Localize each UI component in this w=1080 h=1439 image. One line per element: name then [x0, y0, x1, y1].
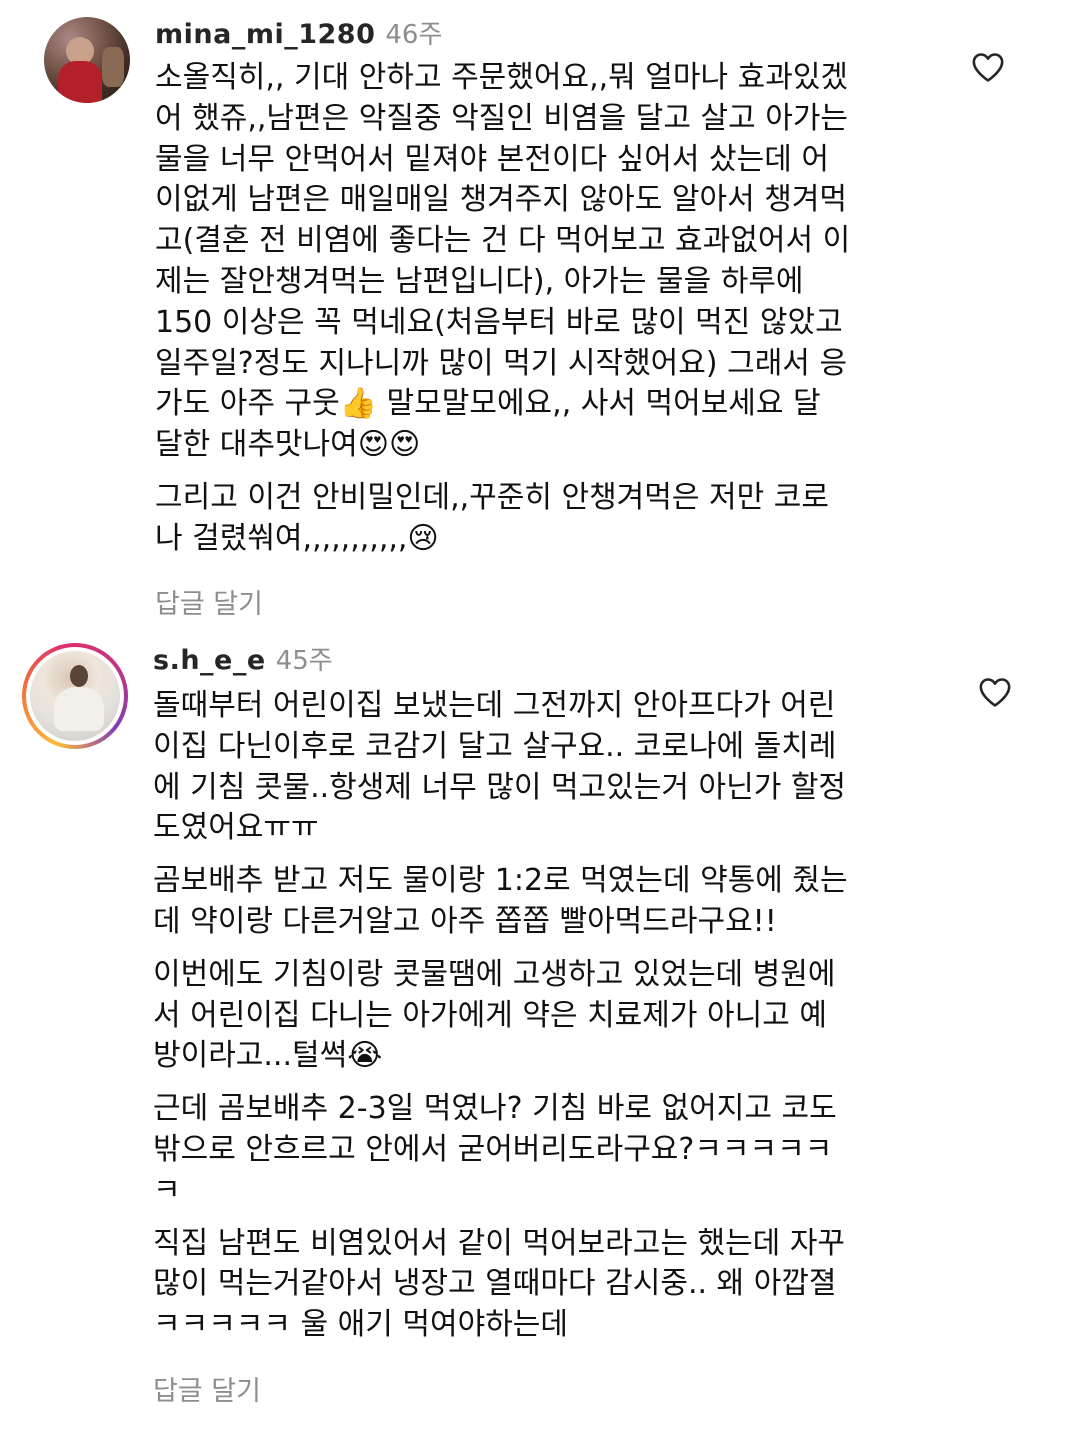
comment-line: ㅋㅋㅋㅋㅋ 울 애기 먹여야하는데 [153, 1307, 569, 1343]
comment: s.h_e_e 45주 돌때부터 어린이집 보냈는데 그전까지 안아프다가 어린 … [0, 640, 1080, 1439]
comment-line: 달한 대추맛나여😍😍 [155, 427, 421, 463]
username-link[interactable]: mina_mi_1280 [155, 19, 375, 50]
comment-line: 가도 아주 구웃👍 말모말모에요,, 사서 먹어보세요 달 [155, 386, 821, 422]
comment-line: 서 어린이집 다니는 아가에게 약은 치료제가 아니고 예 [153, 997, 827, 1033]
avatar [30, 651, 120, 741]
comment-line: 돌때부터 어린이집 보냈는데 그전까지 안아프다가 어린 [153, 688, 836, 723]
avatar[interactable] [44, 17, 130, 103]
comment-line: 데 약이랑 다른거알고 아주 쫍쫍 빨아먹드라구요!! [153, 903, 777, 939]
comment-header: mina_mi_1280 46주 [155, 14, 442, 51]
reply-button[interactable]: 답글 달기 [153, 1369, 261, 1408]
comment-line: 나 걸렸쒀여,,,,,,,,,,,😢 [155, 520, 439, 556]
comment-line: 이번에도 기침이랑 콧물땜에 고생하고 있었는데 병원에 [153, 956, 836, 992]
avatar-figure [70, 665, 88, 687]
reply-button[interactable]: 답글 달기 [155, 582, 263, 621]
comment-line: 어 했쥬,,남편은 악질중 악질인 비염을 달고 살고 아가는 [155, 100, 849, 136]
comment-paragraph: 근데 곰보배추 2-3일 먹였나? 기침 바로 없어지고 코도 밖으로 안흐르고… [153, 1089, 848, 1211]
comment-line: 그리고 이건 안비밀인데,,꾸준히 안챙겨먹은 저만 코로 [155, 479, 829, 515]
avatar-ring-gap [26, 647, 124, 745]
comment-text: 돌때부터 어린이집 보냈는데 그전까지 안아프다가 어린 이집 다닌이후로 코감… [153, 686, 848, 1358]
comment-line: 150 이상은 꼭 먹네요(처음부터 바로 많이 먹진 않았고 [155, 304, 843, 340]
heart-outline-icon[interactable] [978, 676, 1012, 708]
comment-line: 물을 너무 안먹어서 밑져야 본전이다 싶어서 샀는데 어 [155, 141, 829, 177]
comment-paragraph: 이번에도 기침이랑 콧물땜에 고생하고 있었는데 병원에 서 어린이집 다니는 … [153, 955, 848, 1077]
comment-line: 곰보배추 받고 저도 물이랑 1:2로 먹였는데 약통에 줬는 [153, 863, 848, 899]
avatar-story-ring[interactable] [22, 643, 128, 749]
comment-line: 많이 먹는거같아서 냉장고 열때마다 감시중.. 왜 아깝졀 [153, 1266, 837, 1302]
comment: mina_mi_1280 46주 소올직히,, 기대 안하고 주문했어요,,뭐 얼… [0, 0, 1080, 640]
comment-timestamp: 45주 [275, 646, 333, 676]
comment-paragraph: 돌때부터 어린이집 보냈는데 그전까지 안아프다가 어린 이집 다닌이후로 코감… [153, 686, 848, 849]
comment-line: 근데 곰보배추 2-3일 먹였나? 기침 바로 없어지고 코도 [153, 1091, 837, 1127]
comment-paragraph: 곰보배추 받고 저도 물이랑 1:2로 먹였는데 약통에 줬는 데 약이랑 다른… [153, 861, 848, 943]
comment-line: 직집 남편도 비염있어서 같이 먹어보라고는 했는데 자꾸 [153, 1225, 846, 1261]
comment-line: 방이라고...털썩😭 [153, 1038, 383, 1074]
comment-line: 도였어요ㅠㅠ [153, 810, 319, 846]
comment-line: 소올직히,, 기대 안하고 주문했어요,,뭐 얼마나 효과있겠 [155, 60, 849, 95]
comment-line: 밖으로 안흐르고 안에서 굳어버리도라구요?ㅋㅋㅋㅋㅋ [153, 1131, 833, 1167]
comment-line: 에 기침 콧물..항생제 너무 많이 먹고있는거 아닌가 할정 [153, 769, 847, 805]
comment-paragraph: 소올직히,, 기대 안하고 주문했어요,,뭐 얼마나 효과있겠 어 했쥬,,남편… [155, 58, 850, 466]
comment-paragraph: 그리고 이건 안비밀인데,,꾸준히 안챙겨먹은 저만 코로 나 걸렸쒀여,,,,… [155, 478, 850, 560]
avatar-figure [54, 687, 104, 731]
comment-text: 소올직히,, 기대 안하고 주문했어요,,뭐 얼마나 효과있겠 어 했쥬,,남편… [155, 58, 850, 572]
comment-timestamp: 46주 [385, 20, 443, 50]
comment-paragraph: 직집 남편도 비염있어서 같이 먹어보라고는 했는데 자꾸 많이 먹는거같아서 … [153, 1224, 848, 1346]
comment-line: 이없게 남편은 매일매일 챙겨주지 않아도 알아서 챙겨먹 [155, 182, 848, 218]
comment-line: 고(결혼 전 비염에 좋다는 건 다 먹어보고 효과없어서 이 [155, 223, 851, 259]
avatar-figure [58, 61, 102, 103]
comment-line: 이집 다닌이후로 코감기 달고 살구요.. 코로나에 돌치레 [153, 728, 837, 764]
comment-line: 일주일?정도 지나니까 많이 먹기 시작했어요) 그래서 응 [155, 345, 848, 381]
comment-line: 제는 잘안챙겨먹는 남편입니다), 아가는 물을 하루에 [155, 263, 804, 299]
heart-outline-icon[interactable] [971, 51, 1005, 83]
comment-header: s.h_e_e 45주 [153, 640, 333, 677]
avatar-figure [102, 47, 124, 87]
comment-line: ㅋ [153, 1172, 181, 1208]
username-link[interactable]: s.h_e_e [153, 645, 266, 676]
